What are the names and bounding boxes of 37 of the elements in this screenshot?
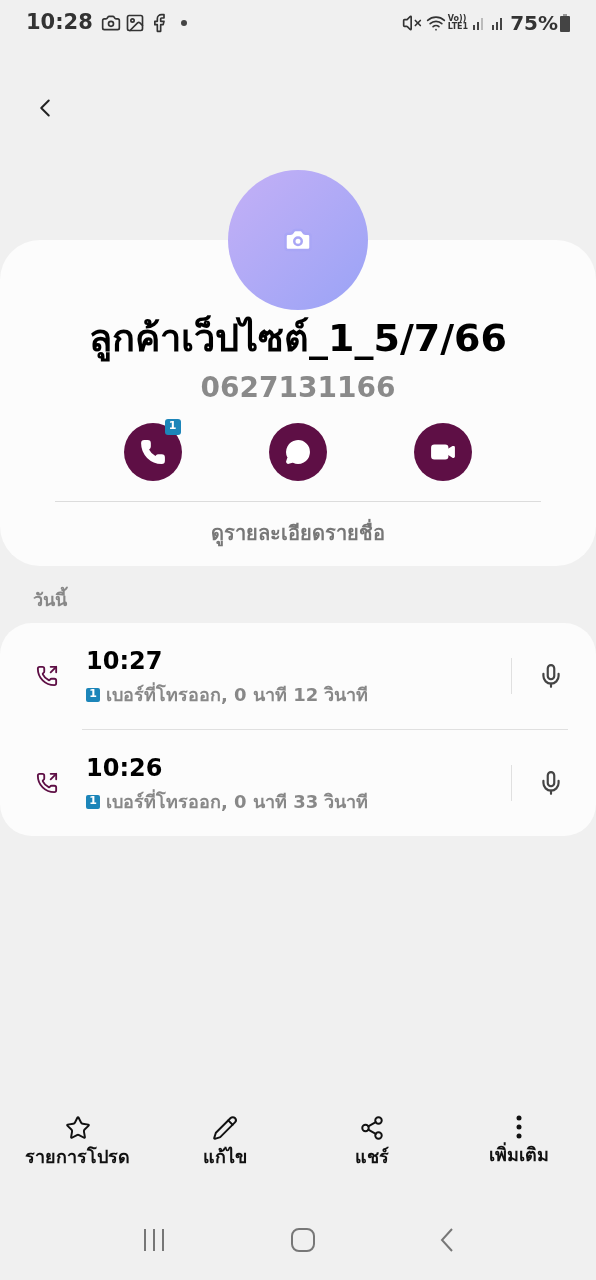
lte-label: LTE1 bbox=[447, 22, 469, 31]
sim-badge: 1 bbox=[164, 418, 181, 435]
call-icon bbox=[139, 438, 166, 465]
call-time: 10:27 bbox=[86, 646, 164, 677]
home-icon[interactable] bbox=[291, 1228, 315, 1252]
call-log-row[interactable]: 10:27 1 เบอร์ที่โทรออก, 0 นาที 12 วินาที bbox=[0, 622, 596, 729]
pencil-icon bbox=[211, 1115, 238, 1141]
recent-apps-icon[interactable] bbox=[142, 1229, 167, 1251]
message-button[interactable] bbox=[269, 422, 327, 481]
share-icon bbox=[358, 1115, 385, 1141]
outgoing-call-icon bbox=[36, 771, 58, 794]
battery-icon bbox=[560, 13, 570, 32]
contact-name: ลูกค้าเว็ปไซต์_1_5/7/66 bbox=[89, 315, 507, 363]
call-description: เบอร์ที่โทรออก, 0 นาที 33 วินาที bbox=[106, 788, 369, 814]
call-log-row[interactable]: 10:26 1 เบอร์ที่โทรออก, 0 นาที 33 วินาที bbox=[0, 729, 596, 836]
status-time: 10:28 bbox=[26, 8, 93, 36]
edit-button[interactable]: แก้ไข bbox=[159, 1115, 290, 1170]
sim-badge: 1 bbox=[86, 687, 100, 702]
gallery-icon bbox=[124, 12, 145, 33]
share-button[interactable]: แชร์ bbox=[306, 1115, 437, 1170]
call-button[interactable]: 1 bbox=[123, 422, 182, 481]
battery-percent: 75% bbox=[510, 9, 558, 37]
call-description: เบอร์ที่โทรออก, 0 นาที 12 วินาที bbox=[106, 681, 369, 707]
sim-badge: 1 bbox=[86, 794, 100, 809]
more-icon bbox=[515, 1115, 522, 1139]
message-icon bbox=[285, 438, 311, 465]
mute-icon bbox=[401, 12, 422, 33]
section-heading: วันนี้ bbox=[33, 585, 67, 612]
favorite-button[interactable]: รายการโปรด bbox=[12, 1115, 143, 1170]
call-time: 10:26 bbox=[86, 753, 164, 784]
outgoing-call-icon bbox=[36, 664, 58, 687]
star-icon bbox=[64, 1115, 91, 1141]
more-button[interactable]: เพิ่มเติม bbox=[453, 1115, 584, 1170]
volte-label: Vo)) bbox=[447, 14, 467, 23]
phone-number: 0627131166 bbox=[200, 369, 396, 406]
view-contact-details-link[interactable]: ดูรายละเอียดรายชื่อ bbox=[211, 517, 385, 548]
back-icon[interactable] bbox=[439, 1228, 454, 1252]
